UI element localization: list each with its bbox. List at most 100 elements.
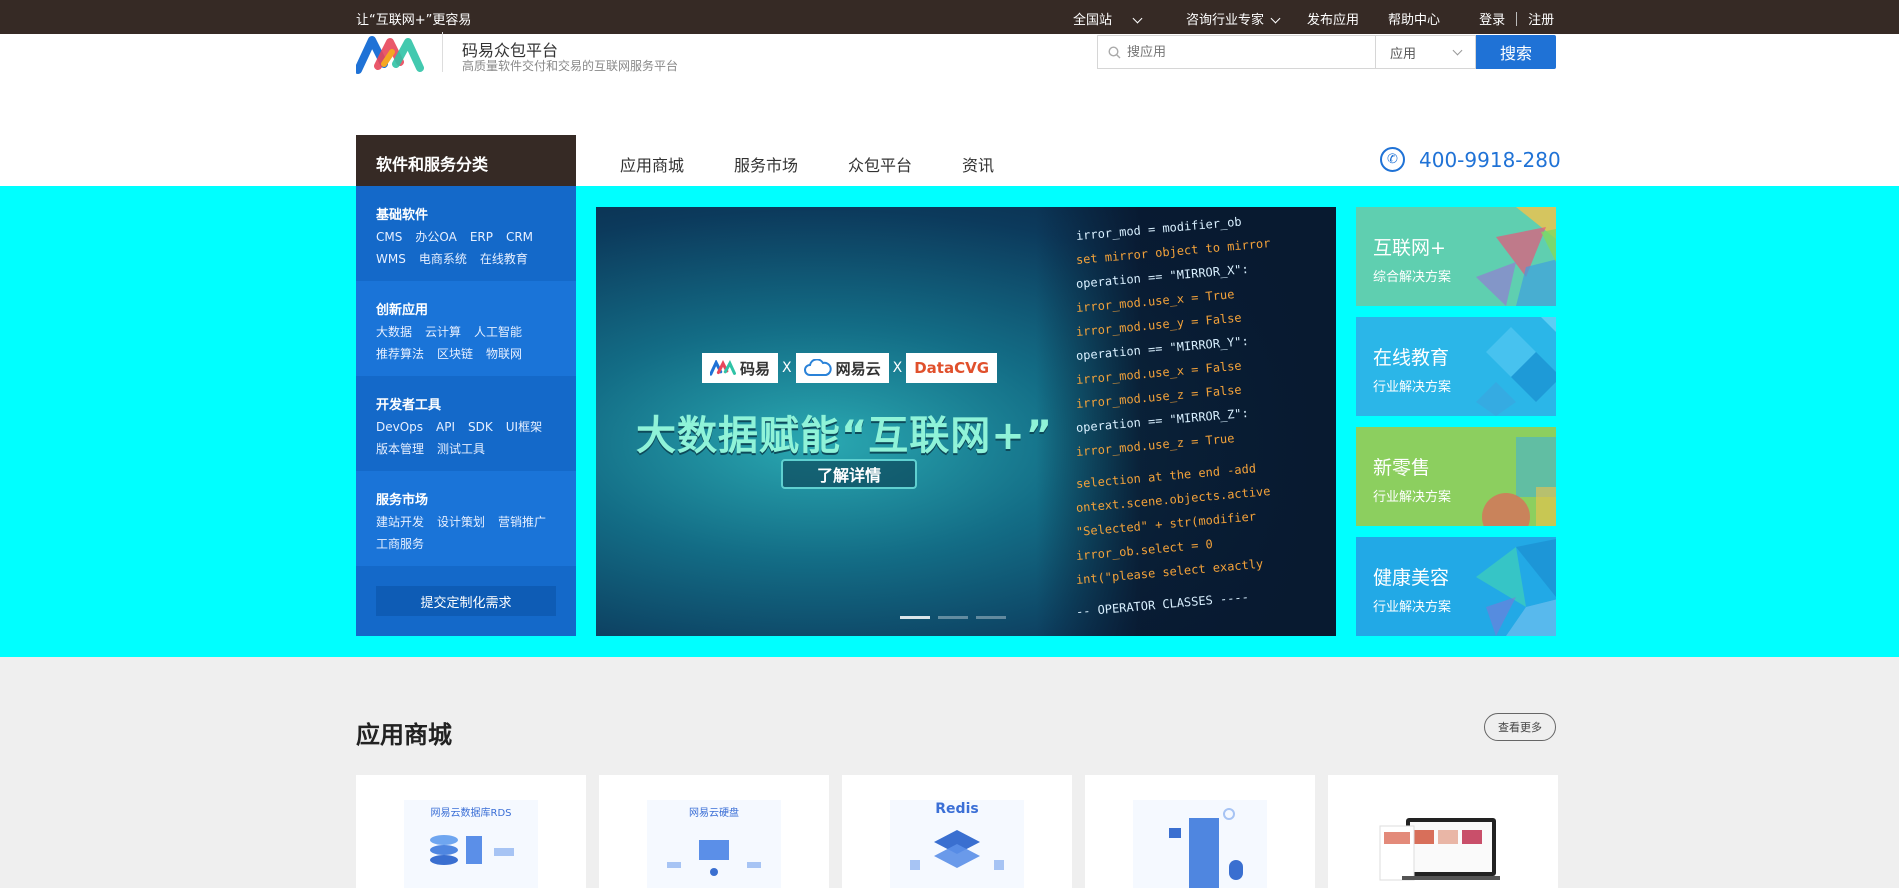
top-bar: 让“互联网+”更容易 全国站 咨询行业专家 发布应用 帮助中心 登录 注册 [0,0,1899,34]
code-decoration: "Selected" + str(modifier [1075,509,1257,539]
partner-logos: 码易 X 网易云 X DataCVG [702,353,998,383]
code-decoration: operation == "MIRROR_Z": [1075,405,1250,435]
category-menu-title[interactable]: 软件和服务分类 [356,135,576,186]
main-nav: 应用商城 服务市场 众包平台 资讯 [620,152,1044,176]
nav-item-service-market[interactable]: 服务市场 [734,152,798,176]
category-link[interactable]: 区块链 [437,347,473,361]
category-link[interactable]: 在线教育 [480,252,528,266]
learn-more-button[interactable]: 了解详情 [781,459,917,489]
code-decoration: operation == "MIRROR_Y": [1075,333,1250,363]
category-link[interactable]: DevOps [376,420,423,434]
app-card[interactable] [1085,775,1315,888]
category-group: 基础软件 CMS 办公OA ERP CRM WMS 电商系统 在线教育 [356,186,576,281]
station-label: 全国站 [1073,13,1113,28]
solution-tile-health-beauty[interactable]: 健康美容 行业解决方案 [1356,537,1556,636]
tile-subtitle: 行业解决方案 [1373,490,1452,505]
category-link[interactable]: 电商系统 [419,252,467,266]
solution-tile-online-education[interactable]: 在线教育 行业解决方案 [1356,317,1556,416]
category-link[interactable]: 测试工具 [437,442,485,456]
nav-item-news[interactable]: 资讯 [962,152,994,176]
search-button[interactable]: 搜索 [1476,35,1556,69]
category-link[interactable]: ERP [470,230,493,244]
logo-icon [710,360,736,376]
station-selector[interactable]: 全国站 [1073,9,1143,28]
thumbnail-caption: 网易云硬盘 [689,808,739,819]
search-category-select[interactable]: 应用 [1375,35,1476,69]
category-link[interactable]: 营销推广 [498,515,546,529]
category-link[interactable]: 建站开发 [376,515,424,529]
category-link[interactable]: CRM [506,230,533,244]
category-link[interactable]: 设计策划 [437,515,485,529]
category-link[interactable]: 办公OA [415,230,456,244]
hero-carousel[interactable]: irror_mod = modifier_ob set mirror objec… [596,207,1336,636]
app-card[interactable]: 网易云硬盘 [599,775,829,888]
app-card[interactable]: 网易云数据库RDS [356,775,586,888]
code-decoration: -- OPERATOR CLASSES ---- [1075,589,1250,619]
phone-contact: ✆ 400-9918-280 [1380,147,1561,172]
category-link[interactable]: SDK [468,420,493,434]
category-link[interactable]: 工商服务 [376,537,424,551]
carousel-dot[interactable] [938,616,968,619]
help-center-link[interactable]: 帮助中心 [1388,9,1440,28]
category-title[interactable]: 服务市场 [376,489,576,508]
publish-app-link[interactable]: 发布应用 [1307,9,1359,28]
category-group: 服务市场 建站开发 设计策划 营销推广 工商服务 [356,471,576,566]
category-link[interactable]: 版本管理 [376,442,424,456]
carousel-dot[interactable] [976,616,1006,619]
thumbnail-caption: Redis [935,801,979,817]
partner-separator: X [892,360,903,376]
code-decoration: irror_mod.use_z = True [1075,431,1235,459]
top-links: 全国站 咨询行业专家 发布应用 帮助中心 登录 注册 [1073,9,1554,28]
category-link[interactable]: 大数据 [376,325,412,339]
category-link[interactable]: UI框架 [506,420,542,434]
app-thumbnail [1376,800,1510,888]
login-link[interactable]: 登录 [1479,9,1505,28]
section-title: 应用商城 [356,721,452,749]
solution-tile-new-retail[interactable]: 新零售 行业解决方案 [1356,427,1556,526]
category-link[interactable]: CMS [376,230,402,244]
app-thumbnail: 网易云数据库RDS [404,800,538,888]
server-illustration [1169,808,1243,888]
category-link[interactable]: 物联网 [486,347,522,361]
code-decoration: int("please select exactly [1075,556,1264,587]
custom-request-button[interactable]: 提交定制化需求 [376,586,556,616]
code-decoration: irror_mod.use_z = False [1075,382,1243,411]
tile-title: 新零售 [1373,457,1431,479]
category-title[interactable]: 开发者工具 [376,394,576,413]
solution-tiles: 互联网+ 综合解决方案 在线教育 行业解决方案 新零售 行业解决方案 健康美容 … [1356,207,1556,647]
register-link[interactable]: 注册 [1528,9,1554,28]
tile-title: 互联网+ [1373,237,1446,259]
app-card[interactable] [1328,775,1558,888]
search-category-value: 应用 [1390,46,1417,62]
partner-logo: DataCVG [906,353,998,383]
consult-expert-link[interactable]: 咨询行业专家 [1186,9,1281,28]
solution-tile-internet-plus[interactable]: 互联网+ 综合解决方案 [1356,207,1556,306]
category-title[interactable]: 基础软件 [376,204,576,223]
code-decoration: irror_mod.use_x = False [1075,358,1243,387]
chevron-down-icon [1270,13,1281,24]
nav-item-app-store[interactable]: 应用商城 [620,152,684,176]
category-link[interactable]: 推荐算法 [376,347,424,361]
laptop-illustration [1379,818,1500,881]
partner-separator: X [782,360,792,376]
carousel-indicators [900,616,1014,619]
category-link[interactable]: 云计算 [425,325,461,339]
divider [1516,11,1518,26]
category-title[interactable]: 创新应用 [376,299,576,318]
app-card[interactable]: Redis [842,775,1072,888]
carousel-dot[interactable] [900,616,930,619]
search-icon [1108,45,1121,58]
consult-label: 咨询行业专家 [1186,13,1265,28]
category-link[interactable]: 人工智能 [474,325,522,339]
search-input[interactable] [1127,44,1357,60]
thumbnail-caption: 网易云数据库RDS [430,808,512,819]
nav-item-crowdsourcing[interactable]: 众包平台 [848,152,912,176]
view-more-button[interactable]: 查看更多 [1484,713,1556,741]
phone-icon: ✆ [1380,147,1405,172]
category-group: 开发者工具 DevOps API SDK UI框架 版本管理 测试工具 [356,376,576,471]
category-link[interactable]: WMS [376,252,406,266]
logo-icon[interactable] [356,34,424,74]
category-link[interactable]: API [436,420,455,434]
partner-logo: 码易 [702,353,779,383]
slogan: 让“互联网+”更容易 [356,13,472,28]
